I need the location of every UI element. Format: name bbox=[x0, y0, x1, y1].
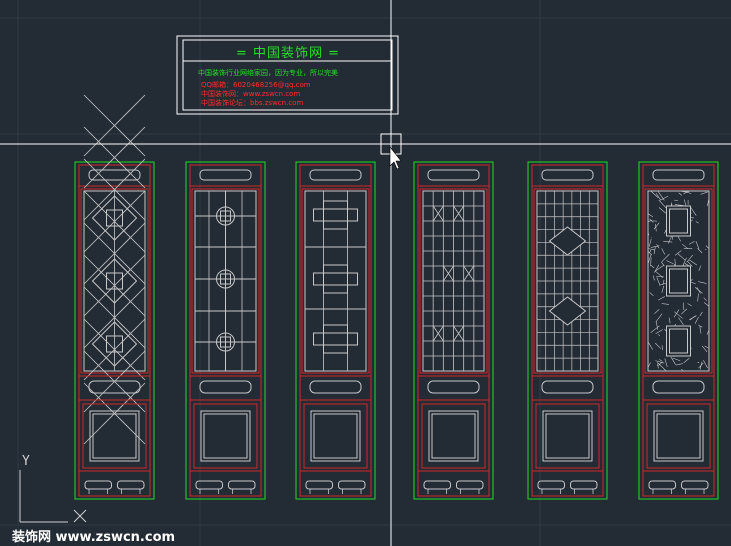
ucs-y-label: Y bbox=[22, 454, 30, 469]
drawing-canvas[interactable] bbox=[0, 0, 731, 546]
watermark-text: 装饰网 www.zswcn.com bbox=[12, 530, 176, 545]
title-block-forum: 中国装饰论坛：bbs.zswcn.com bbox=[201, 99, 304, 107]
title-block-slogan: 中国装饰行业网络家园，因为专业，所以完美 bbox=[198, 69, 338, 77]
title-block-heading: = 中国装饰网 = bbox=[235, 46, 341, 61]
